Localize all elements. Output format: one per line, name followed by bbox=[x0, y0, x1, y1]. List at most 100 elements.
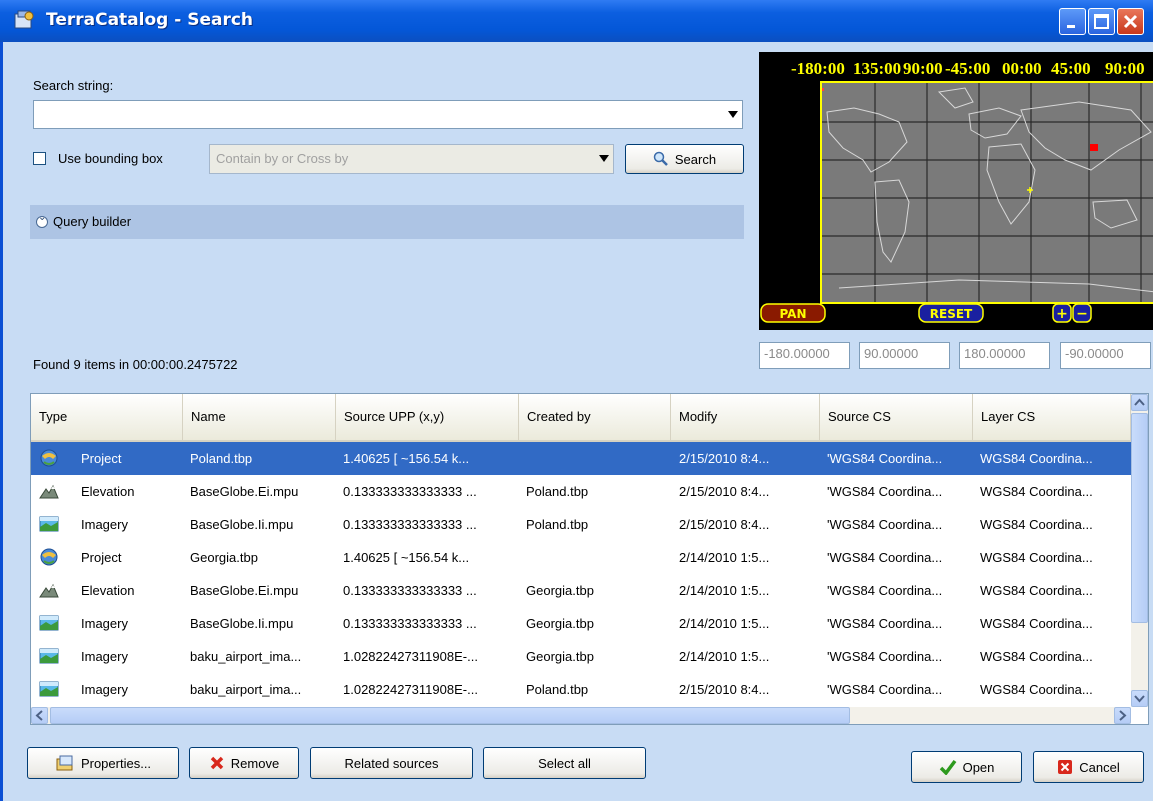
table-row[interactable]: Imagery baku_airport_ima... 1.028224273119… bbox=[31, 673, 1131, 706]
vertical-scrollbar[interactable] bbox=[1131, 394, 1148, 707]
zoom-out-button[interactable]: − bbox=[1072, 303, 1092, 323]
reset-button[interactable]: RESET bbox=[918, 303, 984, 323]
cell-created-by: Poland.tbp bbox=[526, 682, 589, 697]
cell-type: Imagery bbox=[81, 517, 128, 532]
world-map-canvas[interactable]: -180:00 135:00 90:00 -45:00 00:00 45:00 … bbox=[759, 52, 1153, 330]
scroll-down-button[interactable] bbox=[1131, 690, 1148, 707]
project-icon bbox=[40, 548, 58, 566]
imagery-icon bbox=[39, 615, 59, 631]
select-all-button[interactable]: Select all bbox=[483, 747, 646, 779]
scroll-right-button[interactable] bbox=[1114, 707, 1131, 724]
search-status-text: Found 9 items in 00:00:00.2475722 bbox=[33, 357, 238, 372]
bbox-top-field[interactable]: 90.00000 bbox=[859, 342, 950, 369]
cell-layer-cs: WGS84 Coordina... bbox=[980, 451, 1093, 466]
minimize-button[interactable] bbox=[1059, 8, 1086, 35]
table-row[interactable]: Imagery baku_airport_ima... 1.028224273119… bbox=[31, 640, 1131, 673]
cell-type: Elevation bbox=[81, 583, 135, 598]
column-header-created-by[interactable]: Created by bbox=[519, 394, 671, 440]
lon-label: 90:00 bbox=[1105, 59, 1145, 78]
cell-type: Project bbox=[81, 451, 122, 466]
pan-button[interactable]: PAN bbox=[760, 303, 826, 323]
bbox-left-field[interactable]: -180.00000 bbox=[759, 342, 850, 369]
results-list[interactable]: Type Name Source UPP (x,y) Created by Mo… bbox=[30, 393, 1149, 725]
scroll-left-button[interactable] bbox=[31, 707, 48, 724]
world-map-view[interactable]: -180:00 135:00 90:00 -45:00 00:00 45:00 … bbox=[759, 52, 1153, 330]
checkmark-icon bbox=[939, 759, 956, 775]
table-row[interactable]: Imagery BaseGlobe.Ii.mpu 0.133333333333333… bbox=[31, 607, 1131, 640]
table-row[interactable]: Elevation BaseGlobe.Ei.mpu 0.1333333333333… bbox=[31, 475, 1131, 508]
cell-name: BaseGlobe.Ei.mpu bbox=[190, 583, 299, 598]
table-row[interactable]: Project Poland.tbp 1.40625 [ ~156.54 k... 2… bbox=[31, 442, 1131, 475]
search-button[interactable]: Search bbox=[625, 144, 744, 174]
zoom-in-button[interactable]: + bbox=[1052, 303, 1072, 323]
maximize-button[interactable] bbox=[1088, 8, 1115, 35]
close-button[interactable] bbox=[1117, 8, 1144, 35]
cell-source-cs: 'WGS84 Coordina... bbox=[827, 649, 943, 664]
table-row[interactable]: Imagery BaseGlobe.Ii.mpu 0.133333333333333… bbox=[31, 508, 1131, 541]
open-button[interactable]: Open bbox=[911, 751, 1022, 783]
cell-type: Imagery bbox=[81, 616, 128, 631]
title-bar[interactable]: TerraCatalog - Search bbox=[0, 0, 1153, 42]
search-button-label: Search bbox=[674, 151, 717, 167]
cancel-button[interactable]: Cancel bbox=[1033, 751, 1144, 783]
lon-label: 00:00 bbox=[1002, 59, 1042, 78]
project-icon bbox=[40, 449, 58, 467]
scroll-up-button[interactable] bbox=[1131, 394, 1148, 411]
properties-icon bbox=[56, 755, 73, 771]
column-header-layer-cs[interactable]: Layer CS bbox=[973, 394, 1131, 440]
cell-layer-cs: WGS84 Coordina... bbox=[980, 682, 1093, 697]
column-header-type[interactable]: Type bbox=[31, 394, 183, 440]
cancel-button-label: Cancel bbox=[1079, 759, 1120, 775]
query-builder-label: Query builder bbox=[53, 214, 132, 229]
maximize-icon bbox=[1094, 14, 1109, 29]
bbox-bottom-field[interactable]: -90.00000 bbox=[1060, 342, 1151, 369]
bbox-mode-placeholder: Contain by or Cross by bbox=[216, 151, 349, 166]
cell-upp: 0.133333333333333 ... bbox=[343, 583, 477, 598]
cell-upp: 1.02822427311908E-... bbox=[343, 649, 478, 664]
cell-source-cs: 'WGS84 Coordina... bbox=[827, 550, 943, 565]
search-dropdown-arrow-icon[interactable] bbox=[724, 101, 742, 128]
scroll-up-icon bbox=[1134, 398, 1145, 406]
lon-label: 45:00 bbox=[1051, 59, 1091, 78]
scroll-left-icon bbox=[35, 710, 43, 721]
cell-type: Project bbox=[81, 550, 122, 565]
table-row[interactable]: Project Georgia.tbp 1.40625 [ ~156.54 k...… bbox=[31, 541, 1131, 574]
open-button-label: Open bbox=[962, 759, 995, 775]
cell-name: baku_airport_ima... bbox=[190, 682, 302, 697]
bbox-mode-select[interactable]: Contain by or Cross by bbox=[209, 144, 614, 174]
cell-name: BaseGlobe.Ii.mpu bbox=[190, 616, 294, 631]
column-header-source-upp[interactable]: Source UPP (x,y) bbox=[336, 394, 519, 440]
remove-button[interactable]: Remove bbox=[189, 747, 299, 779]
lon-label: 90:00 bbox=[903, 59, 943, 78]
reset-button-label: RESET bbox=[930, 307, 973, 321]
cell-created-by: Georgia.tbp bbox=[526, 583, 594, 598]
table-row[interactable]: Elevation BaseGlobe.Ei.mpu 0.1333333333333… bbox=[31, 574, 1131, 607]
column-header-modify[interactable]: Modify bbox=[671, 394, 820, 440]
horizontal-scrollbar[interactable] bbox=[31, 707, 1131, 724]
bbox-mode-arrow-icon[interactable] bbox=[595, 145, 613, 173]
query-builder-expander[interactable]: Query builder bbox=[30, 205, 744, 239]
bbox-right-field[interactable]: 180.00000 bbox=[959, 342, 1050, 369]
cell-modify: 2/15/2010 8:4... bbox=[679, 451, 770, 466]
properties-button[interactable]: Properties... bbox=[27, 747, 179, 779]
cell-type: Elevation bbox=[81, 484, 135, 499]
close-icon bbox=[1123, 14, 1138, 29]
cell-modify: 2/15/2010 8:4... bbox=[679, 517, 770, 532]
column-header-source-cs[interactable]: Source CS bbox=[820, 394, 973, 440]
cell-upp: 1.40625 [ ~156.54 k... bbox=[343, 451, 470, 466]
imagery-icon bbox=[39, 681, 59, 697]
vertical-scroll-thumb[interactable] bbox=[1131, 413, 1148, 623]
search-string-combo[interactable] bbox=[33, 100, 743, 129]
cell-source-cs: 'WGS84 Coordina... bbox=[827, 517, 943, 532]
column-header-name[interactable]: Name bbox=[183, 394, 336, 440]
use-bounding-box-checkbox[interactable] bbox=[33, 152, 46, 165]
related-sources-button[interactable]: Related sources bbox=[310, 747, 473, 779]
horizontal-scroll-thumb[interactable] bbox=[50, 707, 850, 724]
cell-modify: 2/14/2010 1:5... bbox=[679, 550, 770, 565]
cell-layer-cs: WGS84 Coordina... bbox=[980, 484, 1093, 499]
minimize-icon bbox=[1067, 25, 1075, 28]
elevation-icon bbox=[39, 583, 59, 598]
cell-source-cs: 'WGS84 Coordina... bbox=[827, 682, 943, 697]
cell-created-by: Poland.tbp bbox=[526, 484, 589, 499]
search-icon bbox=[653, 151, 668, 166]
